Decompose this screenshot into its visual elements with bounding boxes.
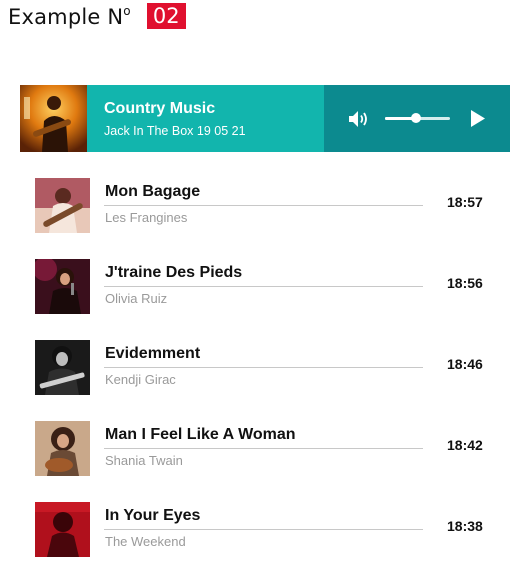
track-title: Man I Feel Like A Woman — [105, 426, 296, 443]
now-playing-bar: Country Music Jack In The Box 19 05 21 — [20, 85, 510, 152]
track-divider — [104, 448, 423, 449]
example-heading: Example No 02 — [8, 2, 186, 30]
example-title: Example No — [8, 3, 131, 29]
track-artist: Kendji Girac — [105, 372, 176, 387]
track-artist: Olivia Ruiz — [105, 291, 168, 306]
track-thumbnail — [35, 259, 90, 314]
track-title: In Your Eyes — [105, 507, 201, 524]
example-number-badge: 02 — [146, 3, 186, 29]
track-time: 18:38 — [447, 518, 483, 534]
track-time: 18:42 — [447, 437, 483, 453]
now-playing-title: Country Music — [104, 99, 216, 117]
track-thumbnail — [35, 502, 90, 557]
now-playing-info: Country Music Jack In The Box 19 05 21 — [87, 85, 324, 152]
play-icon[interactable] — [470, 109, 486, 128]
track-time: 18:56 — [447, 275, 483, 291]
volume-slider-knob[interactable] — [411, 113, 422, 123]
track-row[interactable]: Evidemment Kendji Girac 18:46 — [35, 340, 495, 395]
track-row[interactable]: In Your Eyes The Weekend 18:38 — [35, 502, 495, 557]
now-playing-cover — [20, 85, 87, 152]
track-thumbnail — [35, 340, 90, 395]
track-artist: The Weekend — [105, 534, 186, 549]
track-divider — [104, 529, 423, 530]
player-controls — [324, 85, 510, 152]
track-row[interactable]: Man I Feel Like A Woman Shania Twain 18:… — [35, 421, 495, 476]
track-divider — [104, 367, 423, 368]
track-thumbnail — [35, 421, 90, 476]
speaker-volume-icon[interactable] — [348, 109, 370, 129]
track-row[interactable]: Mon Bagage Les Frangines 18:57 — [35, 178, 495, 233]
volume-slider[interactable] — [385, 113, 450, 123]
track-title: Mon Bagage — [105, 183, 201, 200]
track-thumbnail — [35, 178, 90, 233]
track-time: 18:46 — [447, 356, 483, 372]
track-time: 18:57 — [447, 194, 483, 210]
track-artist: Les Frangines — [105, 210, 188, 225]
track-title: J'traine Des Pieds — [105, 264, 243, 281]
track-divider — [104, 205, 423, 206]
track-row[interactable]: J'traine Des Pieds Olivia Ruiz 18:56 — [35, 259, 495, 314]
track-divider — [104, 286, 423, 287]
track-title: Evidemment — [105, 345, 201, 362]
now-playing-subtitle: Jack In The Box 19 05 21 — [104, 123, 246, 138]
track-artist: Shania Twain — [105, 453, 183, 468]
